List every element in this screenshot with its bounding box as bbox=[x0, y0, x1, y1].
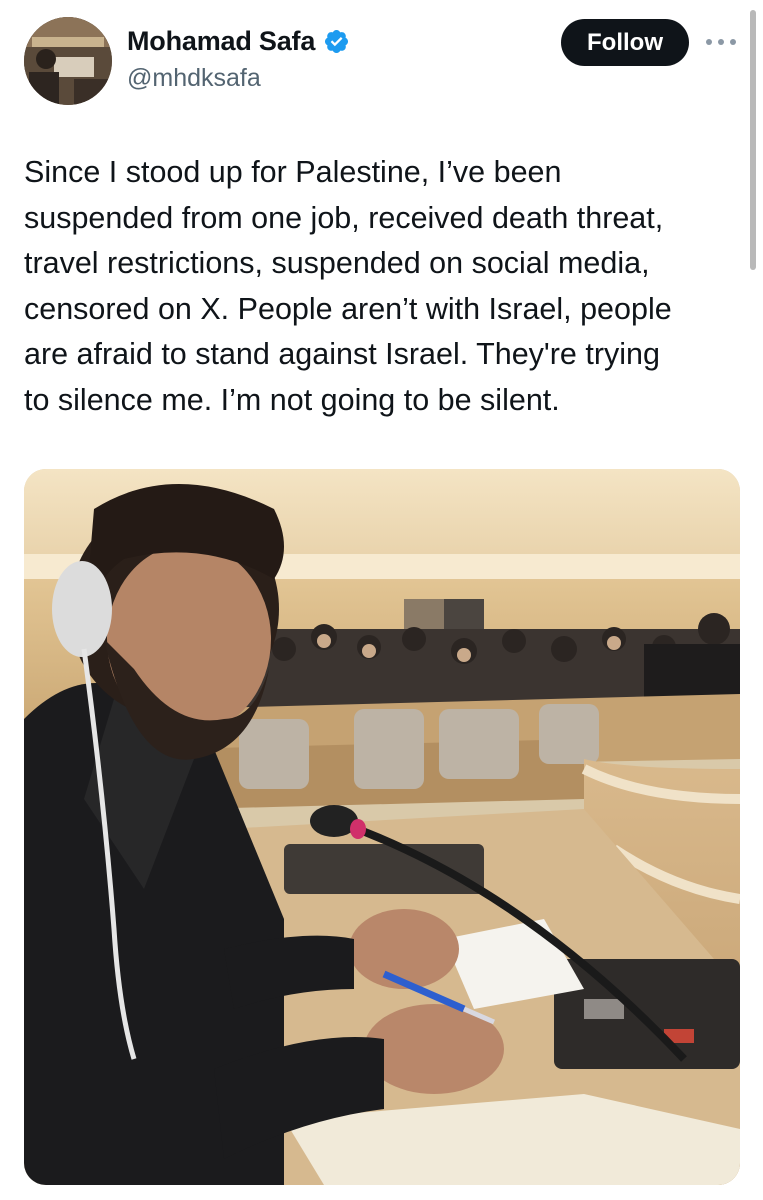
more-options-icon[interactable] bbox=[706, 36, 736, 48]
author-name-row: Mohamad Safa bbox=[127, 26, 350, 57]
follow-button[interactable]: Follow bbox=[561, 19, 689, 66]
verified-badge-icon bbox=[323, 28, 350, 55]
more-dot bbox=[706, 39, 712, 45]
more-dot bbox=[718, 39, 724, 45]
post-media-photo[interactable] bbox=[24, 469, 740, 1185]
avatar-photo bbox=[24, 17, 112, 105]
post-text: Since I stood up for Palestine, I’ve bee… bbox=[24, 155, 672, 417]
photo-illustration bbox=[24, 469, 740, 1185]
tweet-page: Mohamad Safa @mhdksafa Follow Since I st… bbox=[0, 0, 763, 1200]
author-handle[interactable]: @mhdksafa bbox=[127, 64, 261, 93]
more-dot bbox=[730, 39, 736, 45]
scrollbar[interactable] bbox=[750, 10, 756, 270]
avatar[interactable] bbox=[24, 17, 112, 105]
author-name[interactable]: Mohamad Safa bbox=[127, 26, 315, 57]
